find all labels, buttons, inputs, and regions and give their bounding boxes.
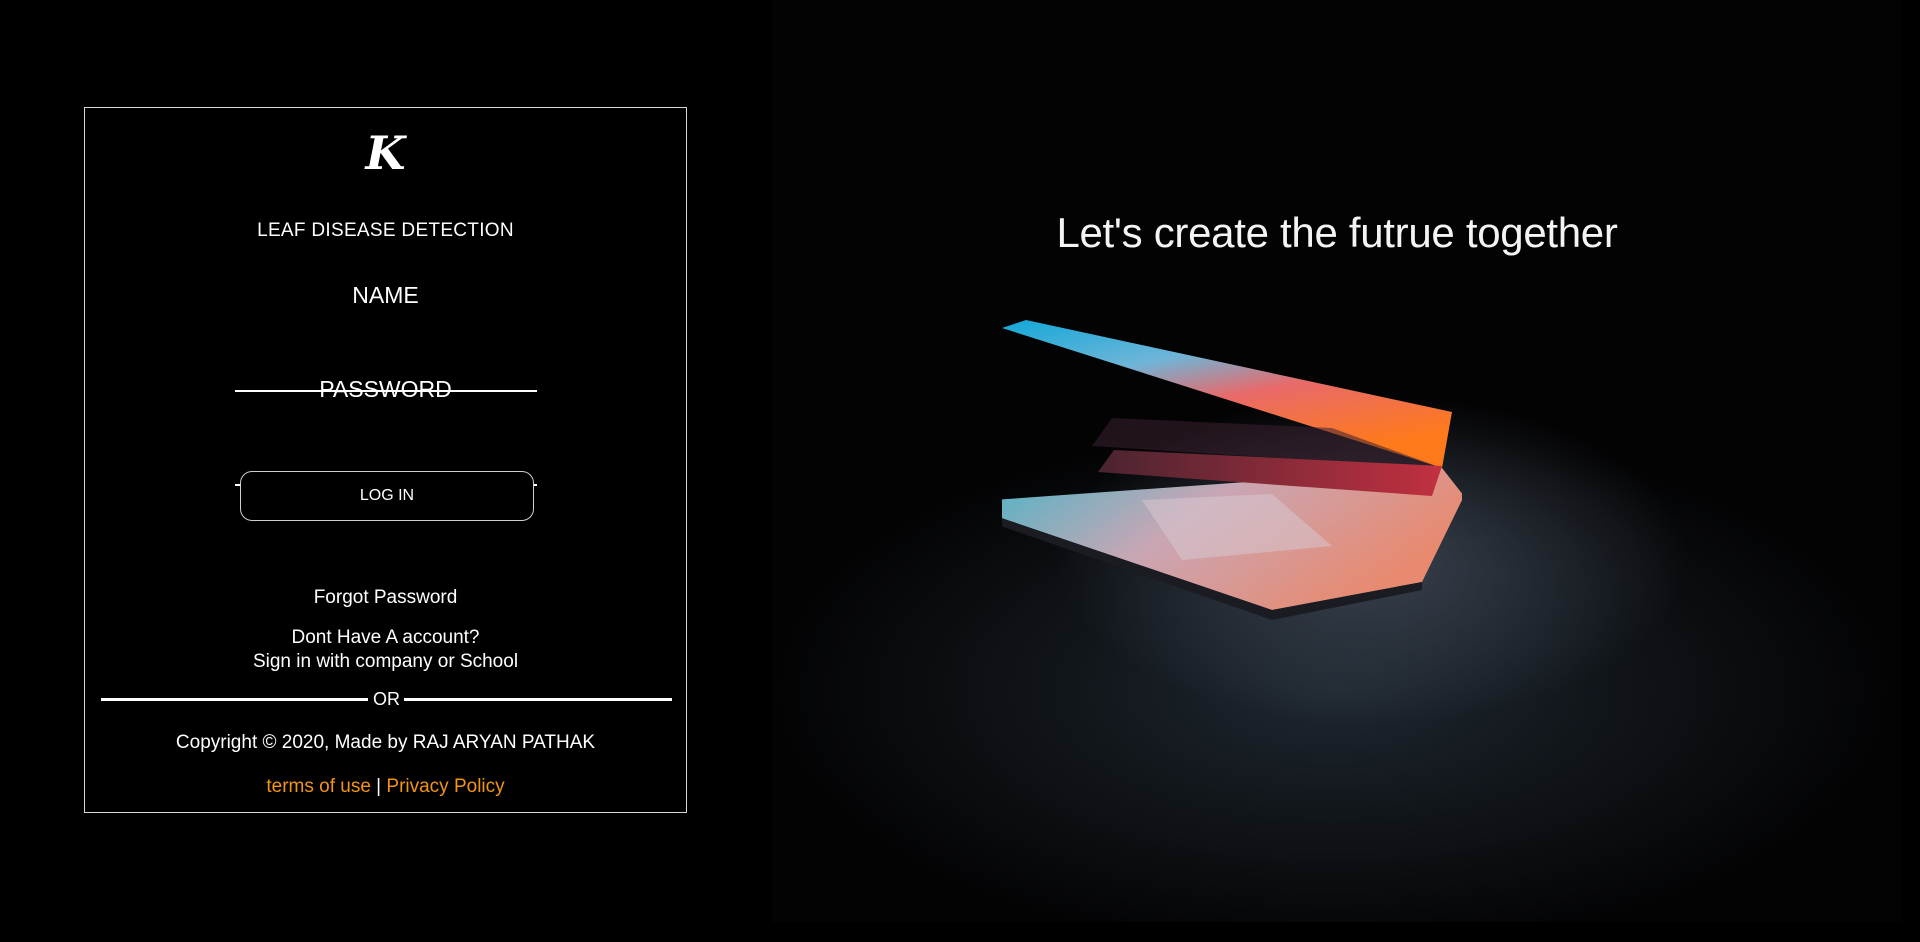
app-title: LEAF DISEASE DETECTION: [257, 220, 514, 241]
login-button[interactable]: LOG IN: [240, 471, 534, 521]
name-label: NAME: [352, 282, 419, 308]
forgot-password-link[interactable]: Forgot Password: [85, 587, 686, 609]
login-page: K LEAF DISEASE DETECTION NAME PASSWORD L…: [0, 0, 1920, 942]
hero-panel: Let's create the futrue together: [772, 0, 1902, 922]
logo: K: [365, 126, 406, 180]
password-label: PASSWORD: [319, 376, 452, 402]
copyright-text: Copyright © 2020, Made by RAJ ARYAN PATH…: [175, 732, 596, 753]
privacy-policy-link[interactable]: Privacy Policy: [386, 776, 504, 797]
signup-block: Dont Have A account? Sign in with compan…: [85, 626, 686, 674]
sign-in-alt-link[interactable]: Sign in with company or School: [85, 650, 686, 674]
laptop-image: [1002, 320, 1462, 620]
or-divider: OR: [101, 688, 672, 710]
hero-title: Let's create the futrue together: [1056, 209, 1618, 256]
no-account-link[interactable]: Dont Have A account?: [85, 626, 686, 650]
legal-links: terms of use | Privacy Policy: [85, 776, 686, 798]
divider-line-right: [404, 698, 672, 701]
legal-separator: |: [376, 776, 382, 797]
login-card: K LEAF DISEASE DETECTION NAME PASSWORD L…: [84, 107, 687, 813]
terms-of-use-link[interactable]: terms of use: [266, 776, 371, 797]
